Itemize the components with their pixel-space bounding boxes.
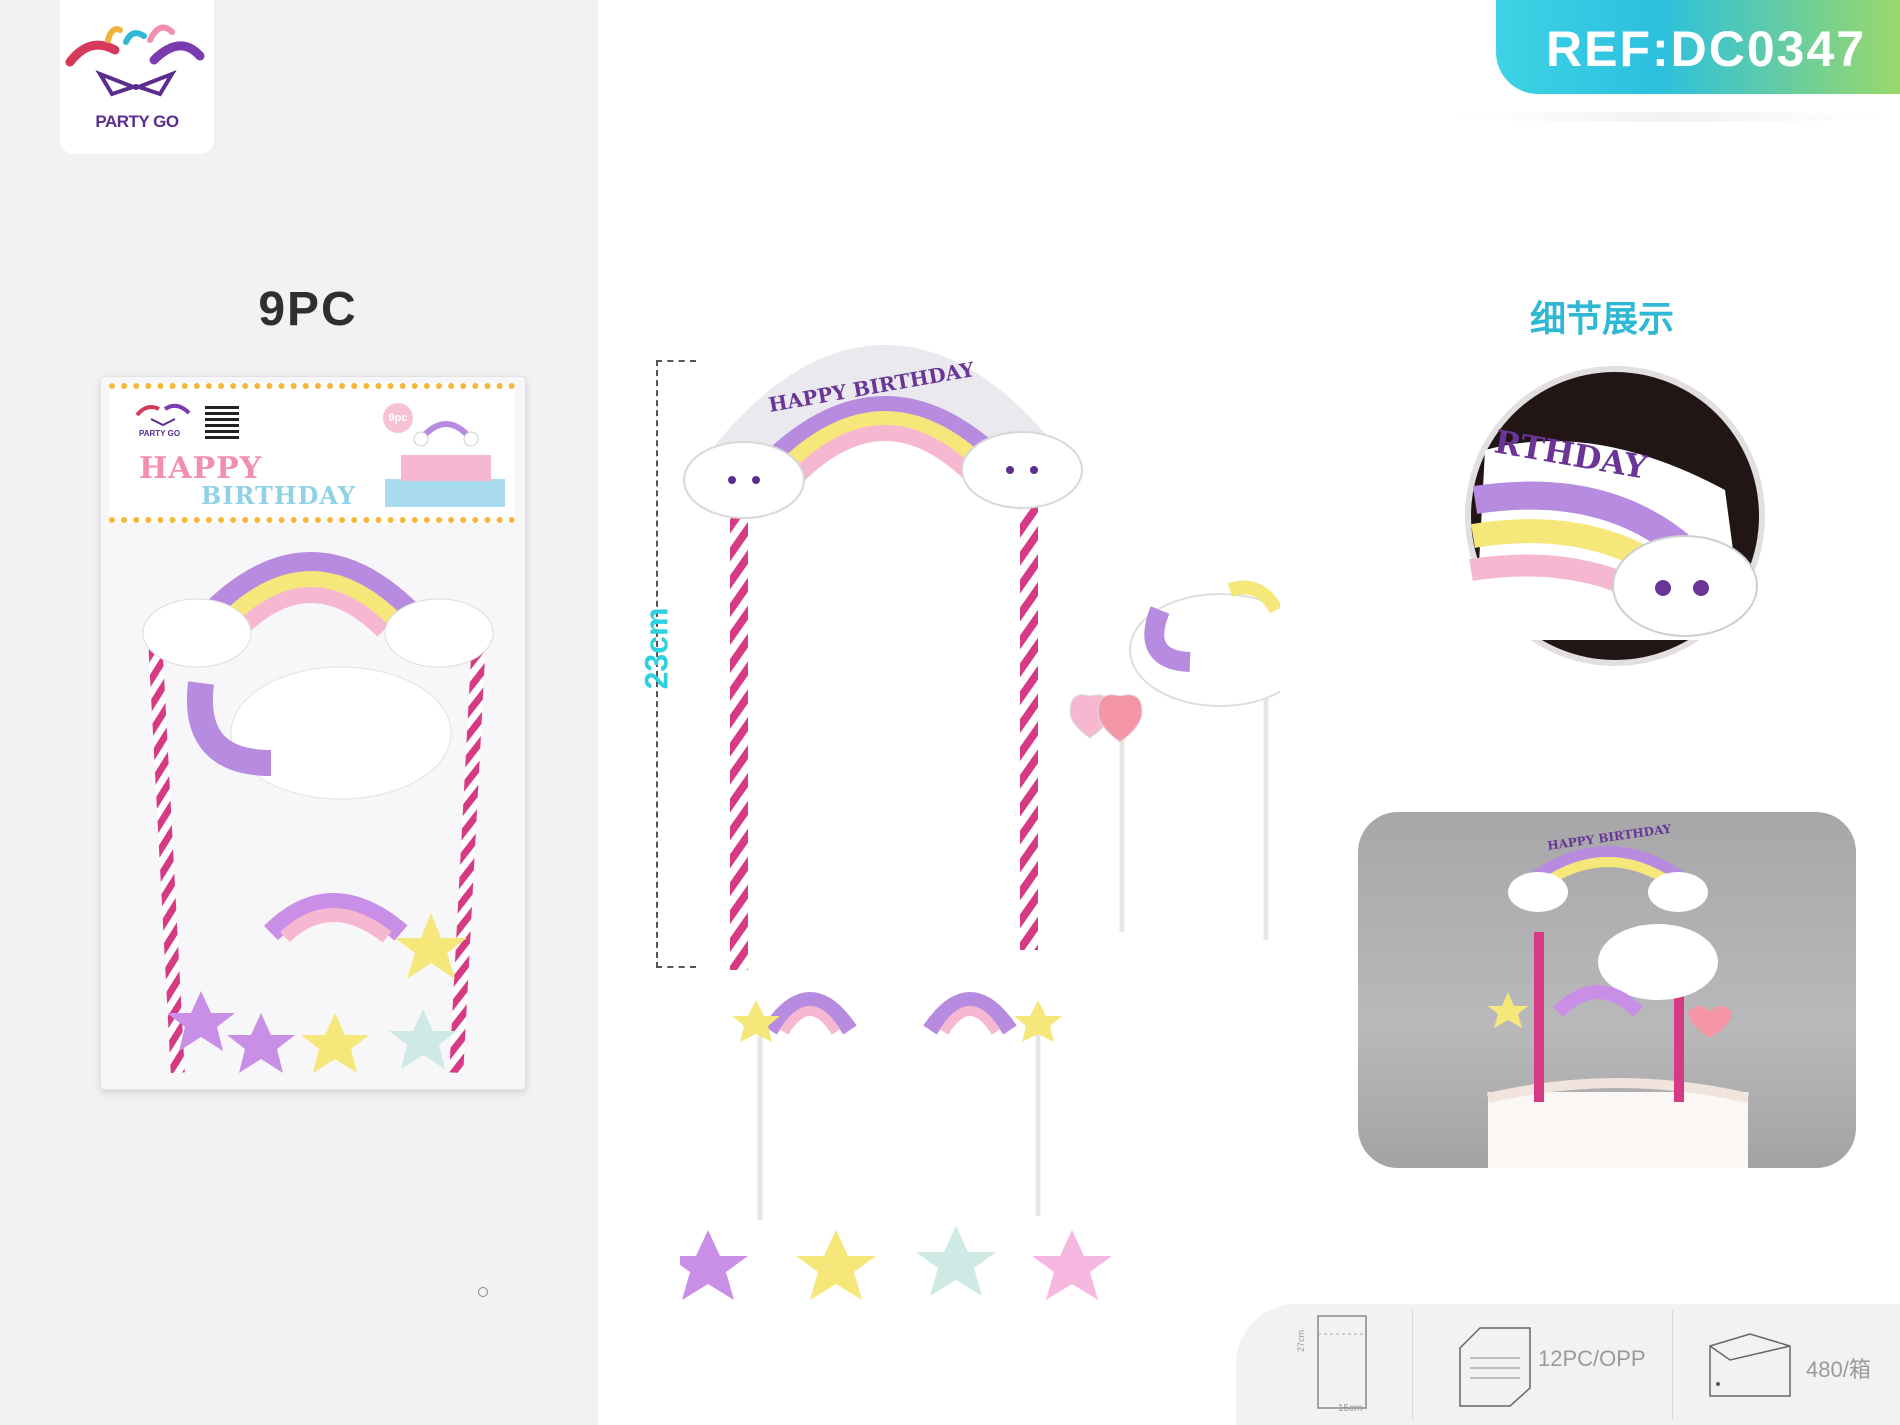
bag-width-label: 15cm: [1338, 1403, 1363, 1414]
retail-package: PARTY GO HAPPY BIRTHDAY 9pc: [100, 376, 526, 1090]
display-box-icon: [1459, 1327, 1531, 1407]
carton-quantity-label: 480/箱: [1806, 1357, 1871, 1382]
arch-straw-right: [1020, 490, 1038, 950]
detail-title: 细节展示: [1530, 298, 1675, 339]
product-photo: HAPPY BIRTHDAY: [1358, 812, 1856, 1168]
carton-icon: [1709, 1333, 1791, 1397]
height-label: 23cm: [638, 607, 675, 690]
star-mint: [916, 1226, 996, 1296]
arch-straw-left: [730, 480, 748, 970]
badge-shadow: [1450, 112, 1890, 122]
brand-logo: PARTY GO: [60, 0, 214, 154]
fireworks-logo-icon: [65, 24, 205, 97]
reference-code: REF:DC0347: [1546, 21, 1867, 77]
package-logo-icon: [135, 403, 191, 427]
star-purple: [680, 1230, 748, 1300]
package-brand: PARTY GO: [139, 429, 181, 438]
straw-right: [449, 622, 487, 1074]
package-contents: [142, 552, 494, 1074]
spec-divider: [1672, 1310, 1673, 1420]
piece-count-label: 9PC: [258, 283, 358, 336]
pack-quantity-label: 12PC/OPP: [1538, 1346, 1646, 1371]
star-pink: [1032, 1230, 1112, 1300]
packaging-panel: PARTY GO 9PC PARTY GO HAPPY BIRTHDAY 9pc: [0, 0, 598, 1425]
qr-code-icon: [205, 405, 239, 439]
straw-left: [147, 622, 185, 1074]
cake-photo-illustration: HAPPY BIRTHDAY: [1486, 822, 1750, 1168]
reference-badge: REF:DC0347: [1496, 0, 1900, 94]
bag-height-label: 27cm: [1296, 1329, 1306, 1352]
detail-zoom-circle: RTHDAY: [1465, 366, 1765, 666]
decorative-dot: [478, 1287, 488, 1297]
cake-illustration-icon: [385, 421, 505, 507]
product-items: HAPPY BIRTHDAY: [680, 345, 1280, 1300]
brand-name: PARTY GO: [95, 112, 179, 131]
package-title-birthday: BIRTHDAY: [201, 481, 356, 510]
spec-divider: [1412, 1310, 1413, 1420]
package-header-card: PARTY GO HAPPY BIRTHDAY 9pc: [109, 383, 515, 523]
bag-size-icon: [1317, 1315, 1367, 1409]
star-yellow: [796, 1230, 876, 1300]
